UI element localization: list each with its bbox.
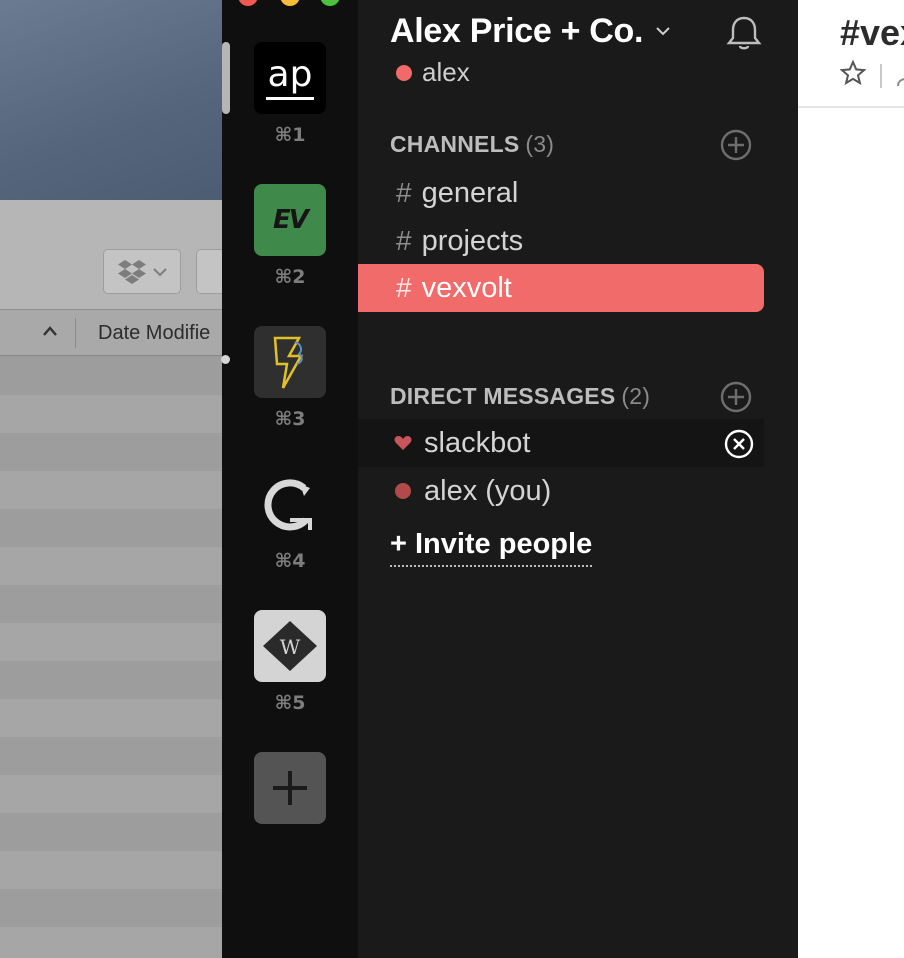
zoom-window-button[interactable] (320, 0, 340, 6)
w-diamond-logo-icon: W (263, 621, 317, 671)
dm-item-slackbot[interactable]: slackbot (358, 419, 764, 467)
dm-name: alex (you) (424, 474, 552, 507)
team-icon-w[interactable]: W (254, 610, 326, 682)
team-shortcut: ⌘4 (274, 550, 306, 572)
add-direct-message-icon[interactable] (719, 380, 753, 414)
heart-icon (394, 435, 412, 451)
presence-dot-icon (396, 65, 412, 81)
team-shortcut: ⌘1 (274, 124, 306, 146)
chevron-down-icon (153, 267, 167, 276)
direct-messages-section-header[interactable]: DIRECT MESSAGES (2) (390, 383, 650, 410)
presence-dot-icon (394, 482, 412, 500)
notification-bell-icon[interactable] (726, 14, 762, 52)
channel-item-general[interactable]: # general (358, 169, 764, 217)
team-initials: ap (268, 54, 313, 95)
hash-icon: # (396, 272, 412, 303)
channel-sidebar: Alex Price + Co. alex CHANNELS (3) # gene… (358, 0, 798, 958)
dm-item-alex-you[interactable]: alex (you) (358, 467, 764, 515)
team-rail-scrollbar[interactable] (222, 42, 230, 114)
channels-label: CHANNELS (390, 131, 520, 157)
team-name[interactable]: Alex Price + Co. (390, 12, 643, 51)
team-icon-vexvolt[interactable] (254, 326, 326, 398)
slack-window: ap ⌘1 EV ⌘2 ⌘3 ⌘4 W ⌘5 Alex Price + Co. … (221, 0, 904, 958)
close-dm-icon[interactable] (724, 429, 754, 459)
chevron-down-icon[interactable] (656, 26, 670, 36)
svg-text:W: W (280, 635, 301, 659)
add-team-button[interactable] (254, 752, 326, 824)
dropbox-icon (118, 259, 146, 284)
invite-people-link[interactable]: + Invite people (390, 528, 593, 567)
message-pane: #vexvolt (798, 0, 904, 958)
star-icon[interactable] (840, 60, 866, 86)
ap-logo-icon: ap (266, 54, 314, 100)
member-icon[interactable] (896, 66, 904, 88)
sort-ascending-icon[interactable] (42, 324, 58, 342)
hash-icon: # (396, 177, 412, 208)
hash-icon: # (396, 225, 412, 256)
channel-name: general (421, 176, 519, 209)
channels-section-header[interactable]: CHANNELS (3) (390, 131, 554, 158)
finder-toolbar (0, 200, 236, 310)
team-switcher-rail: ap ⌘1 EV ⌘2 ⌘3 ⌘4 W ⌘5 (221, 0, 358, 958)
team-initials: EV (273, 205, 309, 235)
lightning-bolt-icon (273, 336, 304, 389)
desktop-background (0, 0, 222, 200)
channel-name: vexvolt (421, 271, 512, 304)
date-modified-column-header[interactable]: Date Modifie (98, 322, 210, 345)
plus-icon: + (390, 528, 407, 560)
current-user-name[interactable]: alex (422, 57, 470, 88)
unread-indicator (221, 355, 230, 364)
g-logo-icon (264, 479, 312, 531)
finder-column-header: Date Modifie (0, 310, 222, 356)
channels-count: (3) (525, 131, 555, 157)
channel-item-projects[interactable]: # projects (358, 217, 764, 265)
finder-window: Date Modifie (0, 200, 236, 958)
channel-title: #vexvolt (840, 12, 904, 53)
invite-people-label: Invite people (414, 528, 593, 560)
team-icon-g[interactable] (254, 468, 326, 540)
channel-item-vexvolt[interactable]: # vexvolt (358, 264, 764, 312)
minimize-window-button[interactable] (280, 0, 300, 6)
column-divider[interactable] (75, 318, 76, 348)
close-window-button[interactable] (238, 0, 258, 6)
add-channel-icon[interactable] (719, 128, 753, 162)
header-bottom-border (798, 106, 904, 108)
finder-file-list (0, 357, 222, 958)
team-shortcut: ⌘5 (274, 692, 306, 714)
dropbox-button[interactable] (103, 249, 181, 294)
team-shortcut: ⌘2 (274, 266, 306, 288)
direct-messages-count: (2) (621, 383, 651, 409)
team-icon-ev[interactable]: EV (254, 184, 326, 256)
direct-messages-label: DIRECT MESSAGES (390, 383, 616, 409)
team-shortcut: ⌘3 (274, 408, 306, 430)
channel-name: projects (421, 224, 524, 257)
plus-icon (273, 771, 307, 805)
dm-name: slackbot (424, 426, 531, 459)
team-icon-alex-price[interactable]: ap (254, 42, 326, 114)
header-divider (880, 64, 882, 88)
